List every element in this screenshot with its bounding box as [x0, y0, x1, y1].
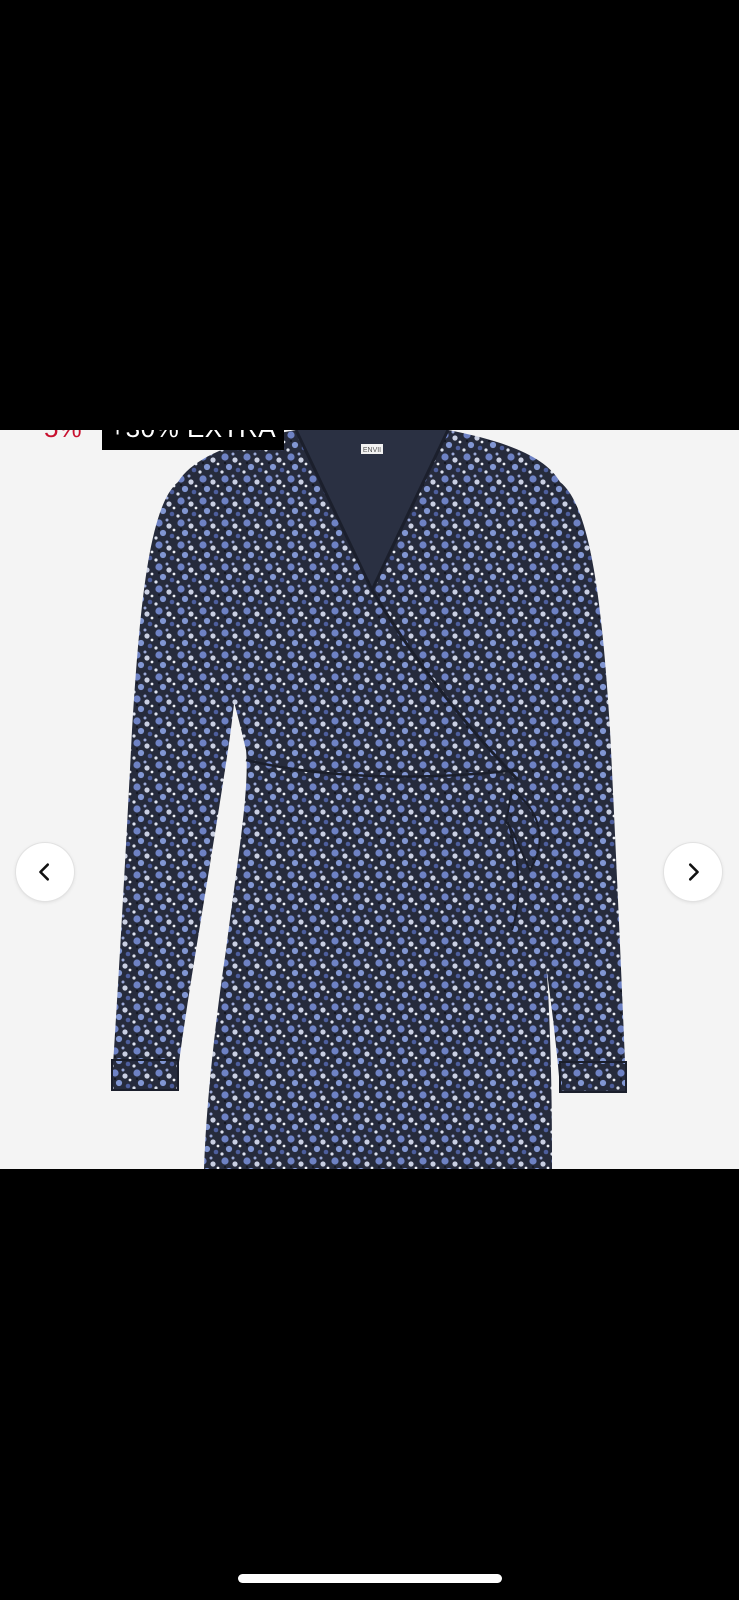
- brand-label: ENVII: [363, 447, 381, 454]
- product-image: ENVII: [111, 430, 627, 1169]
- chevron-left-icon: [39, 863, 50, 881]
- product-image-viewer: ENVII 5% +30% EXTRA: [0, 430, 739, 1169]
- next-image-button[interactable]: [664, 843, 722, 901]
- chevron-right-icon: [688, 863, 699, 881]
- extra-discount-badge: +30% EXTRA: [102, 430, 285, 450]
- previous-image-button[interactable]: [16, 843, 74, 901]
- home-indicator[interactable]: [238, 1574, 502, 1583]
- discount-badge: 5%: [44, 430, 82, 444]
